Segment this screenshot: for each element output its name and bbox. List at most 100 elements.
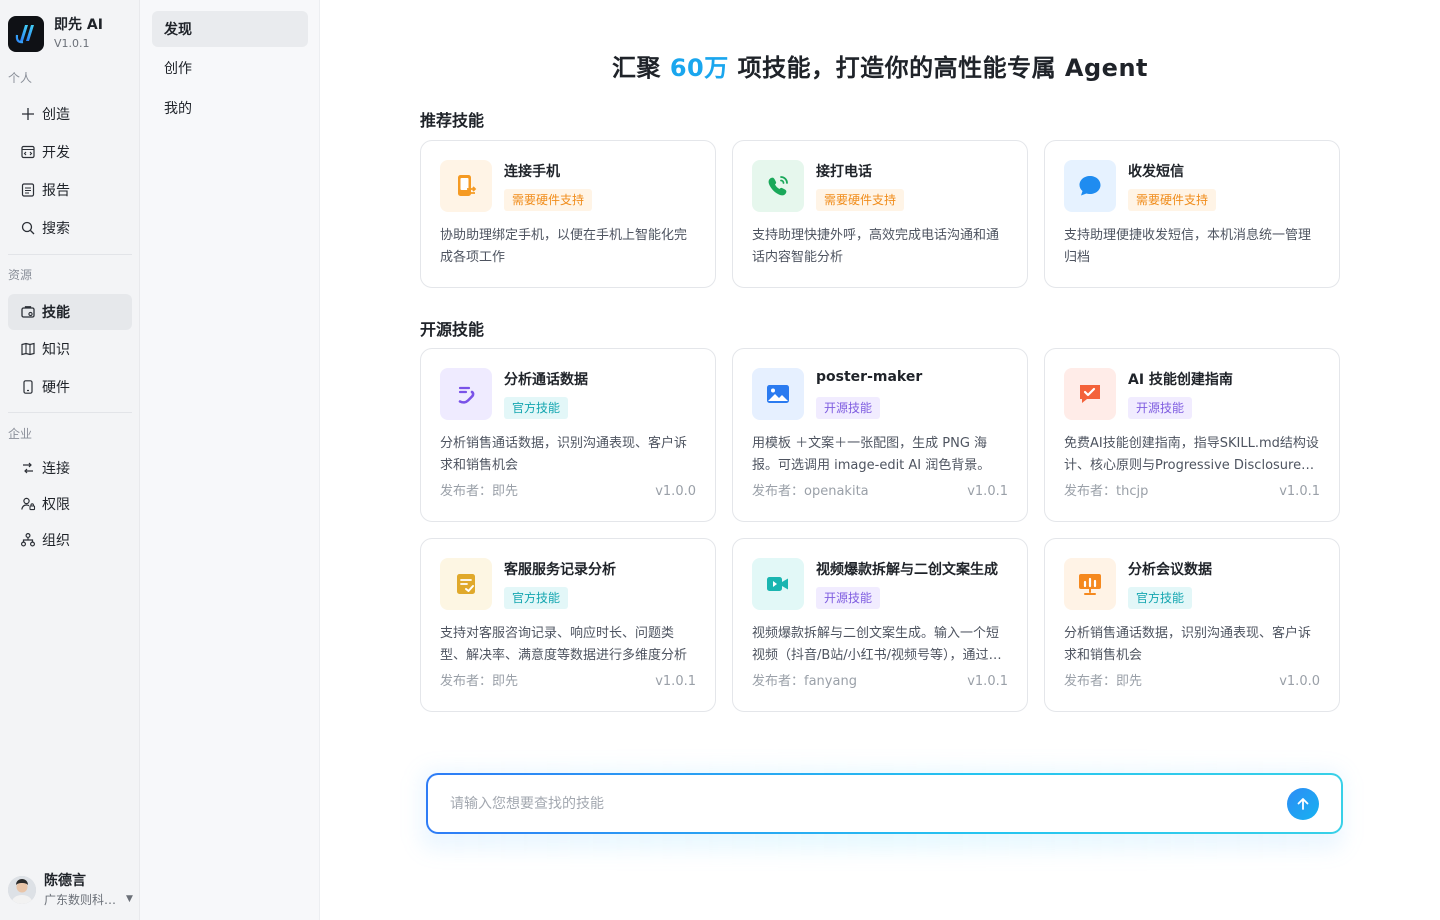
card-desc: 分析销售通话数据，识别沟通表现、客户诉求和销售机会 (1064, 626, 1312, 663)
arrow-up-icon (1297, 798, 1309, 810)
skill-card-phone-call[interactable]: 接打电话 需要硬件支持 支持助理快捷外呼，高效完成电话沟通和通话内容智能分析 (732, 140, 1028, 288)
publisher-label: 发布者： (440, 484, 493, 499)
card-desc: 支持助理快捷外呼，高效完成电话沟通和通话内容智能分析 (752, 228, 1000, 265)
card-publisher: 发布者：fanyang (752, 670, 857, 689)
card-title: 客服服务记录分析 (504, 562, 616, 578)
section-label-enterprise: 企业 (8, 427, 33, 441)
brand-name: 即先 AI (54, 17, 103, 33)
brand[interactable]: 即先 AI V1.0.1 (8, 16, 103, 52)
sidebar-item-connect[interactable]: 连接 (8, 450, 132, 486)
search-icon (21, 221, 35, 235)
user-menu[interactable]: 陈德言 广东数则科技有限公司 ▼ (8, 868, 136, 912)
card-desc: 分析销售通话数据，识别沟通表现、客户诉求和销售机会 (440, 436, 688, 473)
card-version: v1.0.0 (1279, 674, 1320, 689)
book-icon (21, 342, 35, 356)
chat-check-icon (1064, 368, 1116, 420)
card-publisher: 发布者：openakita (752, 480, 869, 499)
opensource-badge: 开源技能 (816, 587, 881, 609)
section-label-personal: 个人 (8, 71, 33, 85)
card-title: 收发短信 (1128, 164, 1184, 180)
sidebar-item-label: 报告 (42, 183, 70, 199)
sidebar-item-knowledge[interactable]: 知识 (8, 331, 132, 367)
publisher-label: 发布者： (440, 674, 493, 689)
sidebar-item-label: 创造 (42, 107, 70, 123)
card-title: 接打电话 (816, 164, 872, 180)
tab-mine[interactable]: 我的 (152, 90, 308, 126)
secondary-nav: 发现 创作 我的 (140, 0, 320, 920)
sidebar-item-search[interactable]: 搜索 (8, 210, 132, 246)
sidebar-item-report[interactable]: 报告 (8, 172, 132, 208)
card-version: v1.0.1 (655, 674, 696, 689)
video-icon (752, 558, 804, 610)
card-title: AI 技能创建指南 (1128, 372, 1233, 388)
phone-call-icon (752, 160, 804, 212)
connect-icon (23, 462, 33, 474)
call-analysis-icon (440, 368, 492, 420)
card-title: 分析会议数据 (1128, 562, 1212, 578)
sidebar-item-label: 硬件 (42, 380, 70, 396)
sidebar-item-hardware[interactable]: 硬件 (8, 369, 132, 405)
sidebar-item-label: 搜索 (42, 221, 70, 237)
sidebar-item-label: 知识 (42, 342, 70, 358)
publisher-name: 即先 (492, 484, 519, 499)
hardware-badge: 需要硬件支持 (504, 189, 593, 211)
card-desc: 协助助理绑定手机，以便在手机上智能化完成各项工作 (440, 228, 688, 265)
hero-suffix: 项技能，打造你的高性能专属 Agent (728, 54, 1149, 82)
sidebar: 即先 AI V1.0.1 个人 创造 开发 报告 搜索 资源 技能 知识 硬件 … (0, 0, 140, 920)
card-desc: 免费AI技能创建指南，指导SKILL.md结构设计、核心原则与Progressi… (1064, 436, 1319, 473)
official-badge: 官方技能 (504, 587, 569, 609)
sidebar-item-create[interactable]: 创造 (8, 96, 132, 132)
tab-discover[interactable]: 发现 (152, 11, 308, 47)
phone-link-icon (440, 160, 492, 212)
permission-icon (21, 497, 36, 511)
user-org: 广东数则科技有限公司 (44, 893, 124, 907)
phone-icon (23, 380, 33, 394)
card-desc: 用模板 ＋文案＋一张配图，生成 PNG 海报。可选调用 image-edit A… (752, 436, 991, 473)
skill-card-poster-maker[interactable]: poster-maker 开源技能 用模板 ＋文案＋一张配图，生成 PNG 海报… (732, 348, 1028, 522)
sidebar-item-label: 组织 (42, 533, 70, 549)
card-version: v1.0.0 (655, 484, 696, 499)
card-title: 分析通话数据 (504, 372, 588, 388)
skill-card-sms[interactable]: 收发短信 需要硬件支持 支持助理便捷收发短信，本机消息统一管理归档 (1044, 140, 1340, 288)
publisher-label: 发布者： (1064, 674, 1117, 689)
record-check-icon (440, 558, 492, 610)
avatar (8, 876, 36, 904)
sidebar-item-label: 连接 (42, 461, 70, 477)
hardware-badge: 需要硬件支持 (1128, 189, 1217, 211)
tab-create[interactable]: 创作 (152, 50, 308, 86)
skill-card-connect-phone[interactable]: 连接手机 需要硬件支持 协助助理绑定手机，以便在手机上智能化完成各项工作 (420, 140, 716, 288)
skill-card-ai-guide[interactable]: AI 技能创建指南 开源技能 免费AI技能创建指南，指导SKILL.md结构设计… (1044, 348, 1340, 522)
card-desc: 支持助理便捷收发短信，本机消息统一管理归档 (1064, 228, 1312, 265)
user-name: 陈德言 (44, 873, 86, 889)
sidebar-item-organization[interactable]: 组织 (8, 522, 132, 558)
publisher-label: 发布者： (1064, 484, 1117, 499)
meeting-chart-icon (1064, 558, 1116, 610)
hero-highlight: 60万 (669, 54, 729, 82)
opensource-badge: 开源技能 (816, 397, 881, 419)
opensource-badge: 开源技能 (1128, 397, 1193, 419)
sidebar-item-permissions[interactable]: 权限 (8, 486, 132, 522)
submit-search-button[interactable] (1287, 788, 1319, 820)
search-box (426, 773, 1343, 834)
logo-icon (8, 16, 44, 52)
brand-version: V1.0.1 (54, 37, 90, 50)
skill-card-video-breakdown[interactable]: 视频爆款拆解与二创文案生成 开源技能 视频爆款拆解与二创文案生成。输入一个短视频… (732, 538, 1028, 712)
official-badge: 官方技能 (1128, 587, 1193, 609)
skill-card-call-analysis[interactable]: 分析通话数据 官方技能 分析销售通话数据，识别沟通表现、客户诉求和销售机会 发布… (420, 348, 716, 522)
search-input[interactable] (450, 775, 1270, 832)
code-window-icon (21, 145, 35, 159)
official-badge: 官方技能 (504, 397, 569, 419)
card-title: 连接手机 (504, 164, 560, 180)
section-label-resources: 资源 (8, 268, 33, 282)
sidebar-item-develop[interactable]: 开发 (8, 134, 132, 170)
publisher-name: 即先 (492, 674, 519, 689)
publisher-label: 发布者： (752, 484, 805, 499)
skill-card-service-record[interactable]: 客服服务记录分析 官方技能 支持对客服咨询记录、响应时长、问题类型、解决率、满意… (420, 538, 716, 712)
publisher-name: thcjp (1116, 484, 1149, 499)
sidebar-item-skills[interactable]: 技能 (8, 294, 132, 330)
card-version: v1.0.1 (1279, 484, 1320, 499)
card-desc: 视频爆款拆解与二创文案生成。输入一个短视频（抖音/B站/小红书/视频号等），通过… (752, 626, 1002, 663)
hero-prefix: 汇聚 (611, 54, 670, 82)
card-publisher: 发布者：即先 (440, 480, 518, 499)
skill-card-meeting-analysis[interactable]: 分析会议数据 官方技能 分析销售通话数据，识别沟通表现、客户诉求和销售机会 发布… (1044, 538, 1340, 712)
